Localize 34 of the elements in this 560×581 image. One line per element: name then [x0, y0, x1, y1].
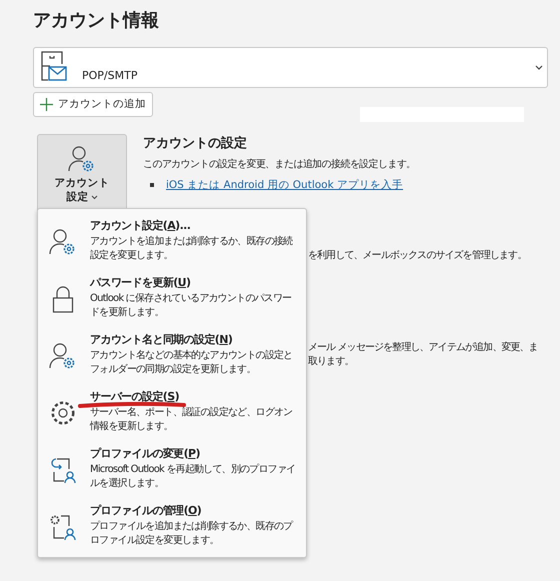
add-account-button[interactable]: アカウントの追加	[33, 92, 153, 117]
menu-item[interactable]: サーバーの設定(S) サーバー名、ポート、認証の設定など、ログオン情報を更新します。	[38, 386, 306, 443]
menu-item[interactable]: アカウント設定(A)... アカウントを追加または削除するか、既存の接続設定を変更します。	[38, 215, 306, 272]
menu-item[interactable]: プロファイルの変更(P) Microsoft Outlook を再起動して、別のプロファイルを選択します。	[38, 443, 306, 500]
chevron-down-icon	[90, 194, 98, 200]
menu-item-description: Outlook に保存されているアカウントのパスワードを更新します。	[90, 292, 292, 320]
bullet-icon	[150, 183, 154, 187]
menu-item-title: アカウント設定(A)...	[90, 219, 192, 233]
mailbox-icon	[40, 50, 68, 82]
page-title: アカウント情報	[33, 9, 159, 33]
menu-item-description: Microsoft Outlook を再起動して、別のプロファイルを選択します。	[90, 463, 296, 491]
account-settings-button[interactable]: アカウント 設定	[37, 134, 127, 212]
outlook-app-link[interactable]: iOS または Android 用の Outlook アプリを入手	[166, 178, 404, 192]
menu-item-description: プロファイルを追加または削除するか、既存のプロファイル設定を変更します。	[90, 520, 294, 548]
menu-item-title: プロファイルの管理(O)	[90, 504, 202, 518]
menu-item[interactable]: パスワードを更新(U) Outlook に保存されているアカウントのパスワードを更新します。	[38, 272, 306, 329]
section-description: このアカウントの設定を変更、または追加の接続を設定します。	[143, 158, 416, 172]
menu-item-description: アカウント名などの基本的なアカウントの設定とフォルダーの同期の設定を更新します。	[90, 349, 294, 377]
mailbox-description: を利用して、メールボックスのサイズを管理します。	[308, 249, 528, 263]
cleanup-description: メール メッセージを整理し、アイテムが追加、変更、ま	[308, 341, 539, 355]
cleanup-description: 取ります。	[308, 355, 355, 369]
menu-item-description: アカウントを追加または削除するか、既存の接続設定を変更します。	[90, 235, 294, 263]
chevron-down-icon	[535, 65, 543, 71]
menu-item-title: サーバーの設定(S)	[90, 390, 180, 404]
menu-item-description: サーバー名、ポート、認証の設定など、ログオン情報を更新します。	[90, 406, 294, 434]
menu-item-title: アカウント名と同期の設定(N)	[90, 333, 234, 347]
plus-icon	[40, 98, 53, 111]
menu-item[interactable]: アカウント名と同期の設定(N) アカウント名などの基本的なアカウントの設定とフォルダーの同期の設定を更新します。	[38, 329, 306, 386]
section-heading: アカウントの設定	[143, 135, 248, 153]
menu-item-title: パスワードを更新(U)	[90, 276, 192, 290]
account-dropdown[interactable]: POP/SMTP	[33, 47, 548, 88]
menu-item-title: プロファイルの変更(P)	[90, 447, 201, 461]
account-type: POP/SMTP	[82, 69, 138, 83]
menu-item[interactable]: プロファイルの管理(O) プロファイルを追加または削除するか、既存のプロファイル設定を変更します。	[38, 500, 306, 557]
